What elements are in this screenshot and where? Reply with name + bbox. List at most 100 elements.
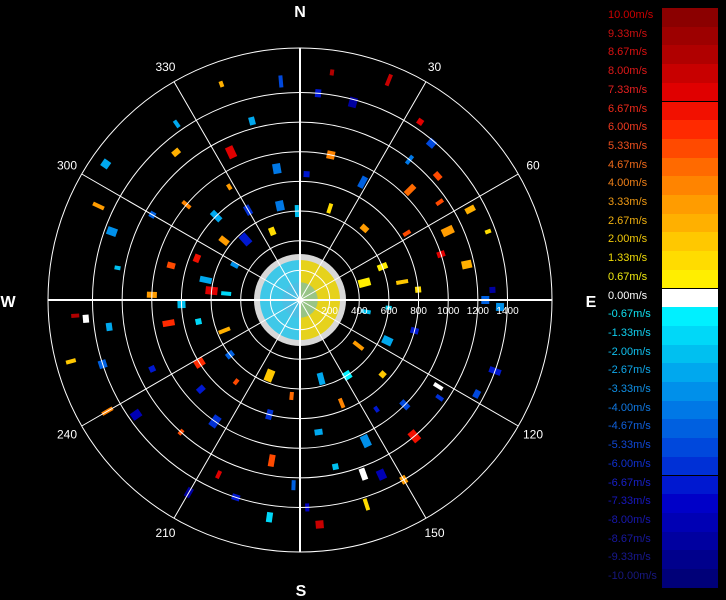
legend-label: 0.00m/s bbox=[608, 289, 648, 302]
legend-swatch bbox=[662, 363, 718, 382]
echo-gate bbox=[162, 319, 176, 328]
range-label: 1200 bbox=[467, 306, 490, 317]
echo-gate bbox=[329, 69, 335, 76]
legend-swatch bbox=[662, 512, 718, 532]
legend-label: 5.33m/s bbox=[608, 139, 648, 152]
legend-swatch bbox=[662, 251, 718, 270]
legend-swatch bbox=[662, 438, 718, 457]
legend-swatch bbox=[662, 456, 718, 476]
echo-gate bbox=[226, 183, 233, 191]
legend-label: -6.00m/s bbox=[608, 457, 651, 470]
echo-gate bbox=[472, 389, 482, 399]
echo-gate bbox=[316, 372, 326, 386]
legend-row: 8.00m/s bbox=[608, 64, 718, 83]
echo-gate bbox=[172, 119, 181, 129]
echo-gate bbox=[148, 364, 157, 373]
compass-north: N bbox=[294, 4, 306, 21]
legend-swatch bbox=[662, 213, 718, 233]
echo-gate bbox=[484, 228, 492, 235]
azimuth-label: 210 bbox=[155, 526, 175, 540]
legend-row: -7.33m/s bbox=[608, 494, 718, 513]
legend-label: 8.00m/s bbox=[608, 65, 648, 78]
echo-gate bbox=[92, 201, 105, 211]
legend-swatch bbox=[662, 101, 718, 121]
legend-swatch bbox=[662, 232, 718, 252]
legend-row: -9.33m/s bbox=[608, 550, 718, 569]
legend-label: 4.00m/s bbox=[608, 177, 648, 190]
echo-gate bbox=[105, 226, 119, 238]
compass-west: W bbox=[0, 294, 16, 311]
echo-gate bbox=[352, 340, 365, 351]
echo-gate bbox=[289, 391, 294, 401]
echo-gate bbox=[195, 384, 206, 395]
range-label: 600 bbox=[381, 306, 398, 317]
legend-label: -5.33m/s bbox=[608, 439, 651, 452]
legend-label: 0.67m/s bbox=[608, 270, 648, 283]
echo-gate bbox=[267, 226, 277, 237]
legend-swatch bbox=[662, 26, 718, 46]
echo-gate bbox=[326, 202, 334, 214]
legend-row: 0.67m/s bbox=[608, 269, 718, 289]
legend-row: 6.67m/s bbox=[608, 101, 718, 121]
legend-row: -5.33m/s bbox=[608, 438, 718, 457]
legend-swatch bbox=[662, 8, 718, 27]
legend-swatch bbox=[662, 64, 718, 83]
range-label: 800 bbox=[410, 306, 427, 317]
echo-gate bbox=[105, 322, 113, 332]
legend-label: -8.00m/s bbox=[608, 513, 651, 526]
legend-swatch bbox=[662, 531, 718, 551]
legend-swatch bbox=[662, 550, 718, 569]
legend-row: -2.00m/s bbox=[608, 344, 718, 364]
legend-label: -2.00m/s bbox=[608, 345, 651, 358]
legend-row: 2.00m/s bbox=[608, 232, 718, 252]
legend-label: -9.33m/s bbox=[608, 551, 651, 564]
legend-row: 3.33m/s bbox=[608, 195, 718, 214]
echo-gate bbox=[171, 147, 182, 158]
legend-swatch bbox=[662, 382, 718, 401]
echo-gate bbox=[378, 370, 387, 379]
range-label: 1000 bbox=[437, 306, 460, 317]
range-label: 400 bbox=[351, 306, 368, 317]
echo-gate bbox=[403, 183, 417, 197]
echo-gate bbox=[435, 198, 445, 207]
legend-label: -7.33m/s bbox=[608, 495, 651, 508]
legend-row: -10.00m/s bbox=[608, 569, 718, 588]
echo-gate bbox=[464, 204, 476, 215]
echo-gate bbox=[218, 235, 230, 247]
echo-gate bbox=[194, 318, 203, 326]
legend-row: -4.67m/s bbox=[608, 419, 718, 439]
legend-row: -8.67m/s bbox=[608, 531, 718, 551]
legend-swatch bbox=[662, 176, 718, 195]
azimuth-label: 330 bbox=[155, 60, 175, 74]
legend-swatch bbox=[662, 288, 718, 308]
echo-gate bbox=[82, 314, 90, 323]
echo-gate bbox=[291, 480, 296, 491]
legend-label: -8.67m/s bbox=[608, 532, 651, 545]
azimuth-label: 300 bbox=[57, 158, 77, 172]
legend-swatch bbox=[662, 195, 718, 214]
echo-gate bbox=[461, 259, 473, 270]
echo-gate bbox=[215, 470, 223, 480]
radar-ppi-plot: 200 400 600 800 1000 1200 1400 N E S W 30 60 120 150 21… bbox=[0, 4, 596, 600]
legend-row: 0.00m/s bbox=[608, 288, 718, 308]
legend-label: -4.00m/s bbox=[608, 401, 651, 414]
legend-row: 1.33m/s bbox=[608, 251, 718, 270]
legend-label: 10.00m/s bbox=[608, 9, 654, 21]
echo-gate bbox=[358, 467, 369, 481]
echo-gate bbox=[114, 265, 121, 271]
echo-gate bbox=[232, 378, 240, 386]
compass-south: S bbox=[296, 583, 307, 600]
legend-label: 3.33m/s bbox=[608, 196, 648, 208]
echo-gate bbox=[267, 454, 276, 468]
echo-gate bbox=[303, 171, 310, 178]
legend-label: -10.00m/s bbox=[608, 570, 657, 582]
range-label: 200 bbox=[321, 306, 338, 317]
echo-gate bbox=[199, 275, 213, 285]
legend-label: -2.67m/s bbox=[608, 364, 651, 377]
echo-gate bbox=[435, 393, 445, 402]
echo-gate bbox=[489, 286, 496, 294]
legend-row: 6.00m/s bbox=[608, 120, 718, 139]
azimuth-spoke bbox=[81, 173, 301, 301]
echo-gate bbox=[359, 223, 370, 234]
legend-label: 6.67m/s bbox=[608, 102, 648, 115]
